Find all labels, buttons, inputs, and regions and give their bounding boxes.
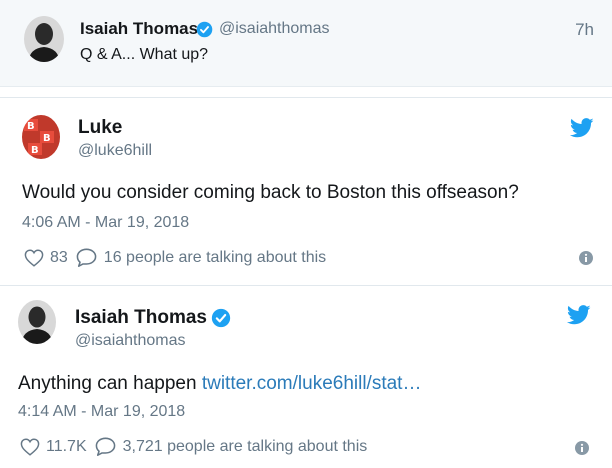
tweet-timestamp[interactable]: 4:14 AM - Mar 19, 2018 [18,403,185,421]
author-handle[interactable]: @luke6hill [78,142,152,160]
talking-count[interactable]: 3,721 people are talking about this [123,438,368,456]
tweet-text: Would you consider coming back to Boston… [22,182,519,203]
tweet-text: Anything can happen [18,373,197,394]
heart-icon[interactable] [24,248,44,267]
twitter-bird-icon[interactable] [569,118,594,138]
svg-text:B: B [43,133,51,144]
avatar-luke[interactable]: B B B [22,115,60,159]
twitter-bird-icon[interactable] [566,305,591,325]
author-handle[interactable]: @isaiahthomas [219,20,330,38]
tweet-actions: 83 16 people are talking about this [24,248,326,267]
avatar-isaiah-thomas[interactable] [18,300,56,344]
verified-badge-icon [211,308,231,333]
tweet-actions: 11.7K 3,721 people are talking about thi… [20,437,367,456]
info-icon[interactable] [579,251,593,265]
author-name[interactable]: Isaiah Thomas [80,19,198,39]
author-handle[interactable]: @isaiahthomas [75,332,186,350]
tweet-text-container: Anything can happen twitter.com/luke6hil… [18,373,421,395]
verified-badge-icon [196,21,213,38]
tweet-link[interactable]: twitter.com/luke6hill/stat… [202,373,422,394]
embedded-tweet-card[interactable]: B B B Luke @luke6hill Would you consider… [0,97,612,279]
speech-bubble-icon[interactable] [95,437,116,456]
like-count[interactable]: 11.7K [46,438,87,456]
info-icon[interactable] [575,441,589,455]
avatar-isaiah-thomas[interactable] [24,16,64,62]
svg-text:B: B [31,145,39,156]
tweet-timestamp[interactable]: 4:06 AM - Mar 19, 2018 [22,214,189,232]
like-count[interactable]: 83 [50,249,68,267]
speech-bubble-icon[interactable] [76,248,97,267]
reply-context-tweet[interactable]: Isaiah Thomas @isaiahthomas 7h Q & A... … [0,0,612,87]
time-ago[interactable]: 7h [575,20,594,40]
embedded-tweet-card[interactable]: Isaiah Thomas @isaiahthomas Anything can… [0,285,612,468]
talking-count[interactable]: 16 people are talking about this [104,249,326,267]
author-name[interactable]: Isaiah Thomas [75,307,207,329]
author-name[interactable]: Luke [78,117,122,139]
svg-text:B: B [27,121,35,132]
heart-icon[interactable] [20,437,40,456]
tweet-text: Q & A... What up? [80,46,209,63]
